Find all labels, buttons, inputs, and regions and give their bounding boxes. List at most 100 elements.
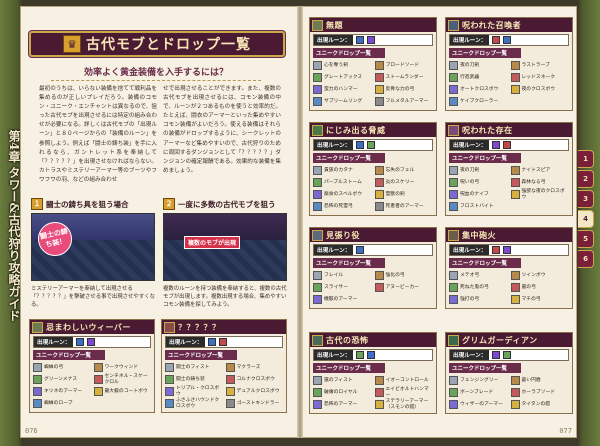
mob-card: 呪われた存在 出現ルーン： ユニークドロップ一覧 夜の刀剣 ナイトスピア 呪いの弓 森林なる…: [445, 122, 573, 216]
drop-item-name: ホーラブソード: [521, 389, 556, 395]
weapon-icon: [313, 73, 322, 82]
weapon-icon: [165, 387, 174, 396]
weapon-icon: [93, 375, 103, 384]
rune-icon: [356, 246, 365, 254]
rune-row: 出現ルーン：: [449, 349, 569, 361]
chapter-tab-5[interactable]: 5: [578, 230, 594, 248]
mob-card: 古代の恐怖 出現ルーン： ユニークドロップ一覧 嵐のフィスト イオーコントロール 破壊のロ…: [309, 332, 437, 414]
drop-item: エイビオルトハンマー: [374, 387, 434, 398]
drop-item-name: 嵐の弓: [521, 284, 536, 290]
drop-item: 恐怖の死霊弓: [313, 201, 372, 212]
drop-item: マクラーズ: [225, 362, 284, 373]
weapon-icon: [510, 61, 520, 70]
rune-icon: [503, 351, 512, 359]
weapon-icon: [374, 202, 384, 211]
weapon-icon: [449, 271, 458, 280]
chapter-tab-1[interactable]: 1: [578, 150, 594, 168]
mob-card: にじみ出る脅威 出現ルーン： ユニークドロップ一覧 貴族のカタナ 忘失のフェル パープルス…: [309, 122, 437, 216]
drop-item-name: 呪血のナイフ: [460, 191, 489, 197]
rune-icon: [492, 351, 501, 359]
mob-avatar-icon: [448, 124, 459, 136]
rune-row: 出現ルーン：: [313, 139, 433, 151]
drop-item: ケイブクローラー: [449, 96, 508, 107]
drop-item: ツインボウ: [510, 270, 570, 281]
drop-item: 夜の刀剣: [449, 165, 508, 176]
drop-item-name: デュアルクロスボウ: [236, 388, 280, 394]
drop-list-label: ユニークドロップ一覧: [449, 153, 521, 163]
weapon-icon: [449, 376, 458, 385]
chapter-tab-6[interactable]: 6: [578, 250, 594, 268]
drop-list: 心を奪う剣 ブロードソード グレートアックス ストームランダー 蛮力のハンマー 反骨な力の…: [310, 58, 436, 110]
drop-item-name: センチネル・スケークロル: [104, 373, 148, 385]
weapon-icon: [449, 97, 458, 106]
drop-item: ストームランダー: [374, 72, 434, 83]
drop-item: 炎のスケリー: [374, 177, 434, 188]
weapon-icon: [313, 283, 322, 292]
mob-name: 呪われた召喚者: [462, 19, 522, 30]
drop-item: 闘士のフィスト: [165, 362, 223, 373]
rune-icon: [76, 338, 85, 346]
drop-item-name: サプリームリング: [324, 98, 363, 104]
drop-item-name: レッドスネーク: [521, 74, 556, 80]
drop-item: 闘士の鋳ち装: [165, 374, 223, 385]
drop-item: キツネのアーマー: [33, 386, 91, 397]
drop-item-name: 夜の刀剣: [460, 167, 480, 173]
drop-item-name: 強化の弓: [385, 272, 405, 278]
drop-item-name: 腐食のスベルボウ: [324, 191, 363, 197]
weapon-icon: [374, 85, 384, 94]
drop-item-name: 機骸のアーマー: [324, 296, 358, 302]
drop-item: ふさふさハウンドクロスボウ: [165, 398, 223, 409]
drop-item-name: ラストラーブ: [521, 62, 550, 68]
mob-card: 見張り役 出現ルーン： ユニークドロップ一覧 フレイル 強化の弓 スライサー アヌービーカー…: [309, 227, 437, 309]
drop-item: 呪いの弓: [449, 177, 508, 188]
weapon-icon: [449, 85, 458, 94]
mob-card-unknown: ？？？？？ 出現ルーン： ユニークドロップ一覧 闘士のフィスト マクラーズ 闘士の鋳…: [161, 319, 287, 413]
drop-list: 嵐のフィスト イオーコントロール 破壊のロイヤル エイビオルトハンマー 恐怖のアーマー ス…: [310, 373, 436, 413]
weapon-icon: [510, 178, 520, 187]
weapon-icon: [449, 283, 458, 292]
drop-list-label: ユニークドロップ一覧: [313, 48, 385, 58]
drop-item: フロストバイト: [449, 201, 508, 212]
weapon-icon: [449, 388, 458, 397]
weapon-icon: [313, 400, 322, 409]
weapon-icon: [374, 178, 384, 187]
drop-item: レッドスネーク: [510, 72, 570, 83]
drop-item-name: 闘士のフィスト: [176, 364, 210, 370]
weapon-icon: [374, 283, 384, 292]
drop-item-name: 闘士の鋳ち装: [176, 376, 205, 382]
drop-item-name: ケイブクローラー: [460, 98, 499, 104]
weapon-icon: [313, 388, 322, 397]
drop-list: フレイル 強化の弓 スライサー アヌービーカー 機骸のアーマー: [310, 268, 436, 308]
drop-item-name: イオーコントロール: [385, 377, 429, 383]
drop-item-name: スライサー: [324, 284, 348, 290]
rune-row: 出現ルーン：: [33, 336, 151, 348]
drop-item: 貴族のカタナ: [313, 165, 372, 176]
drop-item: 機骸のアーマー: [313, 294, 372, 305]
drop-item: 心を奪う剣: [313, 60, 372, 71]
drop-list: メテオ弓 ツインボウ 死ねた鬼の弓 嵐の弓 強打の弓 マチの弓: [446, 268, 572, 308]
rune-icon: [492, 246, 501, 254]
drop-item-name: 心を奪う剣: [324, 62, 348, 68]
drop-item: イオーコントロール: [374, 375, 434, 386]
shot1-screenshot: 闘士の鋳ち装！: [31, 213, 155, 281]
drop-item: 霊獣の剣: [374, 189, 434, 200]
weapon-icon: [374, 61, 384, 70]
shot2-tag: 複数のモブが出現: [184, 236, 241, 249]
weapon-icon: [225, 363, 235, 372]
drop-item: センチネル・スケークロル: [93, 373, 152, 385]
mob-card-weaver: 忌まわしいウィーバー 出現ルーン： ユニークドロップ一覧 蜘蛛の弓 ワークウィンド…: [29, 319, 155, 413]
crown-icon: ♛: [63, 35, 81, 53]
weapon-icon: [510, 400, 520, 409]
chapter-tab-4[interactable]: 4: [578, 210, 594, 228]
body-text-col2: せで出現させることができます。また、複数の古代モブを出現させるには、コモン装備の…: [163, 86, 281, 174]
chapter-tab-3[interactable]: 3: [578, 190, 594, 208]
drop-item: ゴーストキンドラー: [225, 398, 284, 409]
weapon-icon: [449, 166, 458, 175]
drop-item-name: 貴族のカタナ: [324, 167, 353, 173]
chapter-tab-2[interactable]: 2: [578, 170, 594, 188]
mob-avatar-icon: [312, 229, 323, 241]
rune-icon: [367, 351, 376, 359]
drop-item-name: フルメタルアーマー: [385, 98, 429, 104]
mob-avatar-icon: [312, 334, 323, 346]
drop-item-name: ストームランダー: [385, 74, 424, 80]
